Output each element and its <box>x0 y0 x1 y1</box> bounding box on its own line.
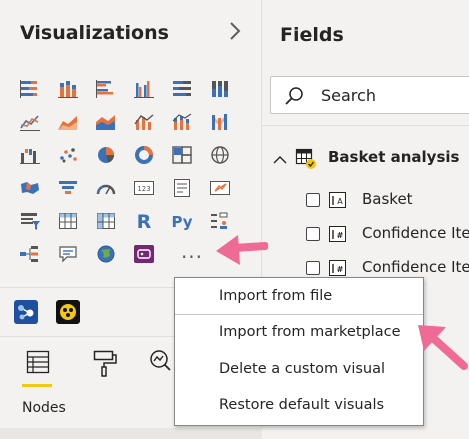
svg-text:123: 123 <box>137 185 150 193</box>
more-visuals-button[interactable]: ... <box>176 241 208 267</box>
100-percent-column-chart-icon[interactable] <box>206 76 234 102</box>
svg-text:R: R <box>137 211 152 232</box>
numeric-field-icon: # <box>328 225 348 247</box>
pointer-arrow-icon <box>212 232 269 272</box>
waterfall-chart-icon[interactable] <box>16 142 44 168</box>
r-visual-icon[interactable]: R <box>130 208 158 234</box>
svg-text:A: A <box>337 197 343 206</box>
100-percent-bar-chart-icon[interactable] <box>168 76 196 102</box>
active-tool-indicator <box>22 384 52 387</box>
funnel-icon[interactable] <box>54 175 82 201</box>
fields-title: Fields <box>280 24 344 46</box>
network-navigator-icon[interactable] <box>14 300 38 324</box>
search-placeholder: Search <box>321 86 376 105</box>
decomposition-tree-icon[interactable] <box>16 241 44 267</box>
more-visuals-menu: Import from file Import from marketplace… <box>174 277 424 426</box>
slicer-icon[interactable] <box>16 208 44 234</box>
search-input[interactable]: Search <box>270 76 469 114</box>
table-name[interactable]: Basket analysis <box>328 148 459 166</box>
gauge-icon[interactable] <box>92 175 120 201</box>
stacked-area-chart-icon[interactable] <box>92 109 120 135</box>
filled-map-icon[interactable] <box>16 175 44 201</box>
clustered-column-chart-icon[interactable] <box>130 76 158 102</box>
field-well-box[interactable] <box>0 428 262 439</box>
search-icon <box>283 85 305 111</box>
field-checkbox[interactable] <box>306 193 320 207</box>
qa-icon[interactable] <box>54 241 82 267</box>
line-and-column-chart-icon[interactable] <box>130 109 158 135</box>
matrix-icon[interactable] <box>92 208 120 234</box>
multi-row-card-icon[interactable] <box>168 175 196 201</box>
power-apps-icon[interactable] <box>130 241 158 267</box>
field-name: Confidence Ite <box>362 258 469 276</box>
custom-visual-icon[interactable] <box>56 300 80 324</box>
pie-chart-icon[interactable] <box>92 142 120 168</box>
text-field-icon: A <box>328 191 348 213</box>
table-icon <box>295 147 319 175</box>
menu-item-delete-custom-visual[interactable]: Delete a custom visual <box>219 361 385 377</box>
divider <box>262 125 469 126</box>
visualizations-title: Visualizations <box>20 22 169 44</box>
clustered-bar-chart-icon[interactable] <box>92 76 120 102</box>
donut-chart-icon[interactable] <box>130 142 158 168</box>
arcgis-map-icon[interactable] <box>92 241 120 267</box>
scatter-chart-icon[interactable] <box>54 142 82 168</box>
line-and-stacked-column-chart-icon[interactable] <box>168 109 196 135</box>
area-chart-icon[interactable] <box>54 109 82 135</box>
field-name: Basket <box>362 190 413 208</box>
svg-text:#: # <box>337 231 344 240</box>
pointer-arrow-icon <box>414 323 469 375</box>
field-checkbox[interactable] <box>306 227 320 241</box>
svg-text:#: # <box>337 265 344 274</box>
key-influencers-icon[interactable] <box>206 208 234 234</box>
kpi-icon[interactable] <box>206 175 234 201</box>
field-well-label: Nodes <box>22 400 66 416</box>
field-checkbox[interactable] <box>306 261 320 275</box>
ribbon-chart-icon[interactable] <box>206 109 234 135</box>
python-visual-icon[interactable]: Py <box>168 208 196 234</box>
menu-separator <box>175 314 423 315</box>
stacked-bar-chart-icon[interactable] <box>16 76 44 102</box>
chevron-right-icon[interactable] <box>228 20 242 48</box>
analytics-magnifier-icon[interactable] <box>148 348 172 380</box>
menu-item-restore-default-visuals[interactable]: Restore default visuals <box>219 397 384 413</box>
fields-tool-icon[interactable] <box>24 348 52 380</box>
treemap-icon[interactable] <box>168 142 196 168</box>
svg-text:Py: Py <box>171 213 192 231</box>
field-name: Confidence Ite <box>362 224 469 242</box>
card-icon[interactable]: 123 <box>130 175 158 201</box>
map-icon[interactable] <box>206 142 234 168</box>
menu-item-import-from-file[interactable]: Import from file <box>219 288 332 304</box>
stacked-column-chart-icon[interactable] <box>54 76 82 102</box>
format-paint-roller-icon[interactable] <box>90 348 118 382</box>
chevron-down-icon[interactable] <box>272 151 288 170</box>
table-icon[interactable] <box>54 208 82 234</box>
line-chart-icon[interactable] <box>16 109 44 135</box>
menu-item-import-from-marketplace[interactable]: Import from marketplace <box>219 324 401 340</box>
